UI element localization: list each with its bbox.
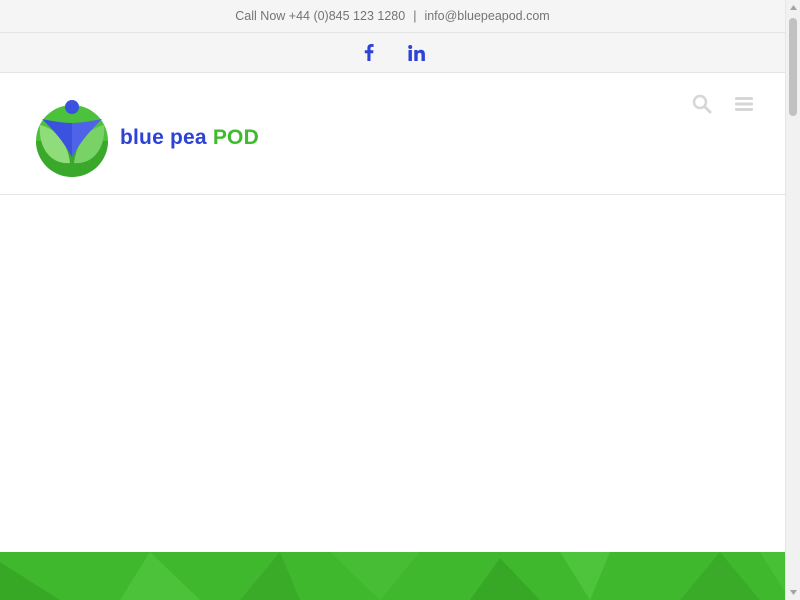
- logo-mark-icon: [36, 100, 108, 177]
- page: Call Now +44 (0)845 123 1280 | info@blue…: [0, 0, 785, 600]
- contact-separator: |: [413, 9, 417, 23]
- top-contact-bar: Call Now +44 (0)845 123 1280 | info@blue…: [0, 0, 785, 33]
- logo-text-green: POD: [212, 126, 259, 149]
- site-header: blue pea POD: [0, 73, 785, 195]
- email-link[interactable]: info@bluepeapod.com: [424, 9, 549, 23]
- green-banner: [0, 552, 785, 600]
- vertical-scrollbar[interactable]: [785, 0, 800, 600]
- linkedin-icon[interactable]: [406, 42, 428, 64]
- search-icon[interactable]: [691, 93, 713, 115]
- scroll-thumb[interactable]: [789, 18, 797, 116]
- header-icons: [691, 93, 755, 115]
- menu-icon[interactable]: [733, 93, 755, 115]
- facebook-icon[interactable]: [358, 42, 380, 64]
- scroll-up-arrow-icon[interactable]: [786, 0, 800, 15]
- main-content-area: [0, 195, 785, 551]
- social-links-bar: [0, 33, 785, 73]
- scroll-down-arrow-icon[interactable]: [786, 585, 800, 600]
- phone-text[interactable]: Call Now +44 (0)845 123 1280: [235, 9, 405, 23]
- banner-pattern: [0, 552, 785, 600]
- site-logo[interactable]: blue pea POD: [34, 99, 259, 177]
- logo-text-blue: blue pea: [120, 126, 207, 149]
